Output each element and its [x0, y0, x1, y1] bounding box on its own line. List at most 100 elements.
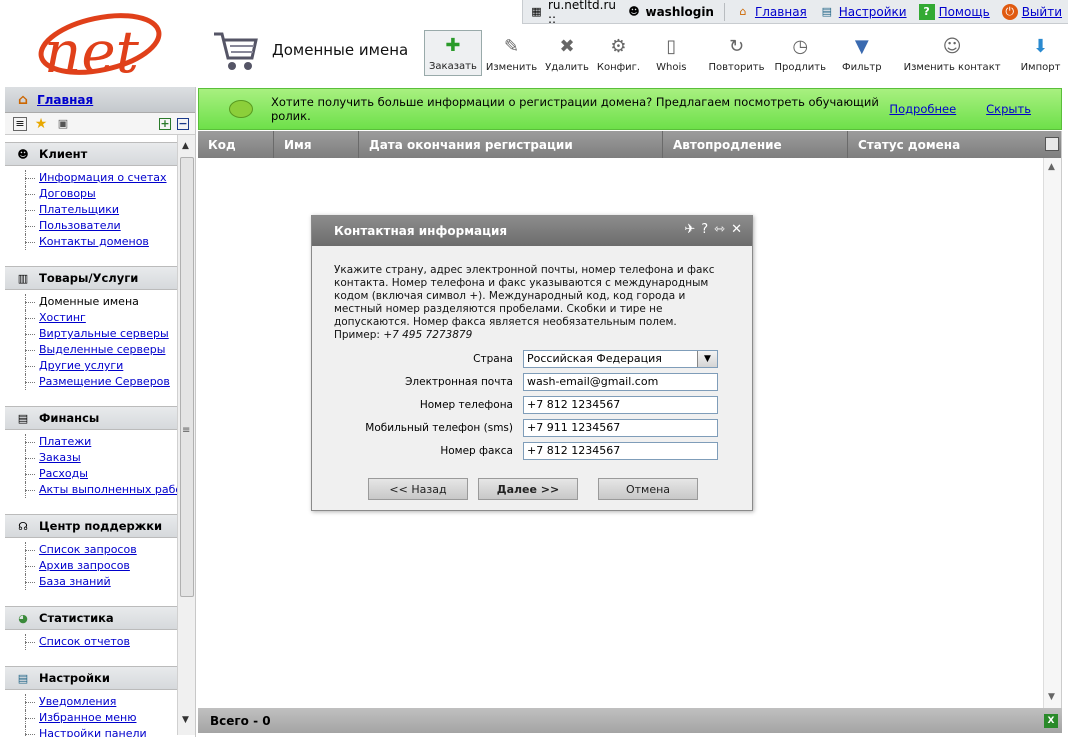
delete-button[interactable]: ✖ Удалить [541, 30, 593, 76]
scroll-up-icon[interactable]: ▲ [1048, 162, 1055, 172]
edit-contact-button[interactable]: ☺ Изменить контакт [894, 30, 1011, 76]
expand-all-icon[interactable]: + [159, 117, 171, 130]
sidebar-item[interactable]: Хостинг [25, 310, 177, 326]
phone-field[interactable]: +7 812 1234567 [523, 396, 718, 414]
top-link-help[interactable]: ? Помощь [913, 1, 996, 23]
edit-button[interactable]: ✎ Изменить [482, 30, 541, 76]
column-header-code[interactable]: Код [198, 131, 274, 158]
column-header-autorenew[interactable]: Автопродление [663, 131, 848, 158]
top-link-help-label[interactable]: Помощь [939, 5, 990, 19]
scrollbar-thumb[interactable] [180, 157, 194, 597]
pin-icon[interactable]: ✈ [684, 222, 695, 237]
settings-icon: ▤ [821, 5, 832, 18]
help-icon: ? [918, 3, 935, 20]
import-button[interactable]: ⬇ Импорт [1011, 30, 1067, 76]
sidebar-group-header[interactable]: ▥ Товары/Услуги [5, 266, 177, 290]
sidebar-tools: ≡ ★ ▣ + − [5, 113, 195, 135]
grid-scrollbar[interactable]: ▲ ▼ [1043, 158, 1061, 708]
column-header-status[interactable]: Статус домена [848, 131, 1044, 158]
sidebar-group-header[interactable]: ▤ Настройки [5, 666, 177, 690]
favorites-star-icon[interactable]: ★ [33, 116, 49, 132]
scroll-down-icon[interactable]: ▼ [1048, 692, 1055, 702]
dialog-description: Укажите страну, адрес электронной почты,… [334, 264, 715, 328]
sidebar-item[interactable]: Пользователи [25, 218, 177, 234]
config-icon: ⚙ [610, 35, 627, 57]
sidebar-item[interactable]: Контакты доменов [25, 234, 177, 250]
sidebar-item[interactable]: Договоры [25, 186, 177, 202]
resize-icon[interactable]: ⇿ [714, 222, 725, 237]
columns-config-icon[interactable] [1045, 137, 1059, 151]
next-button[interactable]: Далее >> [478, 478, 578, 500]
sidebar-item[interactable]: Платежи [25, 434, 177, 450]
top-link-home[interactable]: ⌂ Главная [729, 1, 813, 23]
config-button[interactable]: ⚙ Конфиг. [593, 30, 644, 76]
sidebar-scrollbar[interactable]: ▲ ≡ ▼ [177, 135, 195, 735]
scroll-up-icon[interactable]: ▲ [182, 141, 189, 151]
sidebar-group-header[interactable]: ☊ Центр поддержки [5, 514, 177, 538]
sidebar-item[interactable]: Настройки панели [25, 726, 177, 737]
sidebar-group-settings: ▤ Настройки Уведомления Избранное меню На… [5, 666, 177, 737]
sidebar-group-header[interactable]: ▤ Финансы [5, 406, 177, 430]
sidebar-item[interactable]: Заказы [25, 450, 177, 466]
top-link-home-label[interactable]: Главная [755, 5, 807, 19]
mobile-field[interactable]: +7 911 1234567 [523, 419, 718, 437]
top-bar: ▦ ru.netltd.ru :: ☻ washlogin ⌂ Главная … [522, 0, 1068, 26]
filter-icon: ▼ [854, 35, 869, 57]
sidebar-home[interactable]: ⌂ Главная [5, 87, 195, 113]
goods-icon: ▥ [17, 271, 29, 285]
excel-export-icon[interactable]: X [1044, 713, 1058, 728]
banner-hide-link[interactable]: Скрыть [986, 102, 1031, 116]
sidebar-item-current[interactable]: Доменные имена [25, 294, 177, 310]
scroll-down-icon[interactable]: ▼ [182, 715, 189, 725]
top-link-logout[interactable]: ⏻ Выйти [996, 1, 1068, 23]
repeat-button[interactable]: ↻ Повторить [698, 30, 770, 76]
fax-field[interactable]: +7 812 1234567 [523, 442, 718, 460]
chevron-down-icon[interactable]: ▼ [697, 351, 717, 367]
sidebar-item[interactable]: Архив запросов [25, 558, 177, 574]
sidebar: ⌂ Главная ≡ ★ ▣ + − ☻ Клиент Информация о… [5, 87, 196, 737]
sidebar-item[interactable]: База знаний [25, 574, 177, 590]
contact-info-dialog: Контактная информация ✈ ? ⇿ ✕ Укажите ст… [311, 215, 753, 511]
sidebar-item[interactable]: Уведомления [25, 694, 177, 710]
country-select[interactable]: Российская Федерация ▼ [523, 350, 718, 368]
tree-view-icon[interactable]: ≡ [13, 116, 27, 131]
sidebar-group-stats: ◕ Статистика Список отчетов [5, 606, 177, 650]
top-link-logout-label[interactable]: Выйти [1022, 5, 1062, 19]
field-label: Номер факса [440, 445, 513, 457]
sidebar-item[interactable]: Виртуальные серверы [25, 326, 177, 342]
sidebar-item[interactable]: Размещение Серверов [25, 374, 177, 390]
field-row-country: Страна Российская Федерация ▼ [312, 350, 754, 368]
whois-button[interactable]: ▯ Whois [644, 30, 698, 76]
help-icon[interactable]: ? [701, 222, 708, 237]
sidebar-item[interactable]: Расходы [25, 466, 177, 482]
sidebar-item[interactable]: Список запросов [25, 542, 177, 558]
top-link-settings[interactable]: ▤ Настройки [813, 1, 913, 23]
sidebar-item[interactable]: Другие услуги [25, 358, 177, 374]
sidebar-home-label[interactable]: Главная [37, 93, 93, 107]
top-link-settings-label[interactable]: Настройки [839, 5, 907, 19]
order-button[interactable]: ✚ Заказать [424, 30, 482, 76]
sidebar-group-header[interactable]: ◕ Статистика [5, 606, 177, 630]
cancel-button[interactable]: Отмена [598, 478, 698, 500]
close-icon[interactable]: ✕ [731, 222, 742, 237]
sidebar-item[interactable]: Список отчетов [25, 634, 177, 650]
home-icon: ⌂ [17, 91, 29, 108]
banner-more-link[interactable]: Подробнее [889, 102, 956, 116]
field-label: Номер телефона [419, 399, 513, 411]
sidebar-item[interactable]: Акты выполненных работ [25, 482, 189, 498]
collapse-all-icon[interactable]: − [177, 117, 189, 130]
column-header-expiry[interactable]: Дата окончания регистрации [359, 131, 663, 158]
sidebar-item[interactable]: Избранное меню [25, 710, 177, 726]
sidebar-group-header[interactable]: ☻ Клиент [5, 142, 177, 166]
sidebar-item[interactable]: Информация о счетах [25, 170, 177, 186]
back-button[interactable]: << Назад [368, 478, 468, 500]
email-field[interactable]: wash-email@gmail.com [523, 373, 718, 391]
renew-button[interactable]: ◷ Продлить [771, 30, 831, 76]
briefcase-icon[interactable]: ▣ [55, 116, 71, 132]
filter-button[interactable]: ▼ Фильтр [830, 30, 894, 76]
sidebar-item[interactable]: Выделенные серверы [25, 342, 177, 358]
column-header-name[interactable]: Имя [274, 131, 359, 158]
dialog-title-bar[interactable]: Контактная информация ✈ ? ⇿ ✕ [312, 216, 752, 246]
calculator-icon: ▦ [531, 5, 542, 18]
sidebar-item[interactable]: Плательщики [25, 202, 177, 218]
